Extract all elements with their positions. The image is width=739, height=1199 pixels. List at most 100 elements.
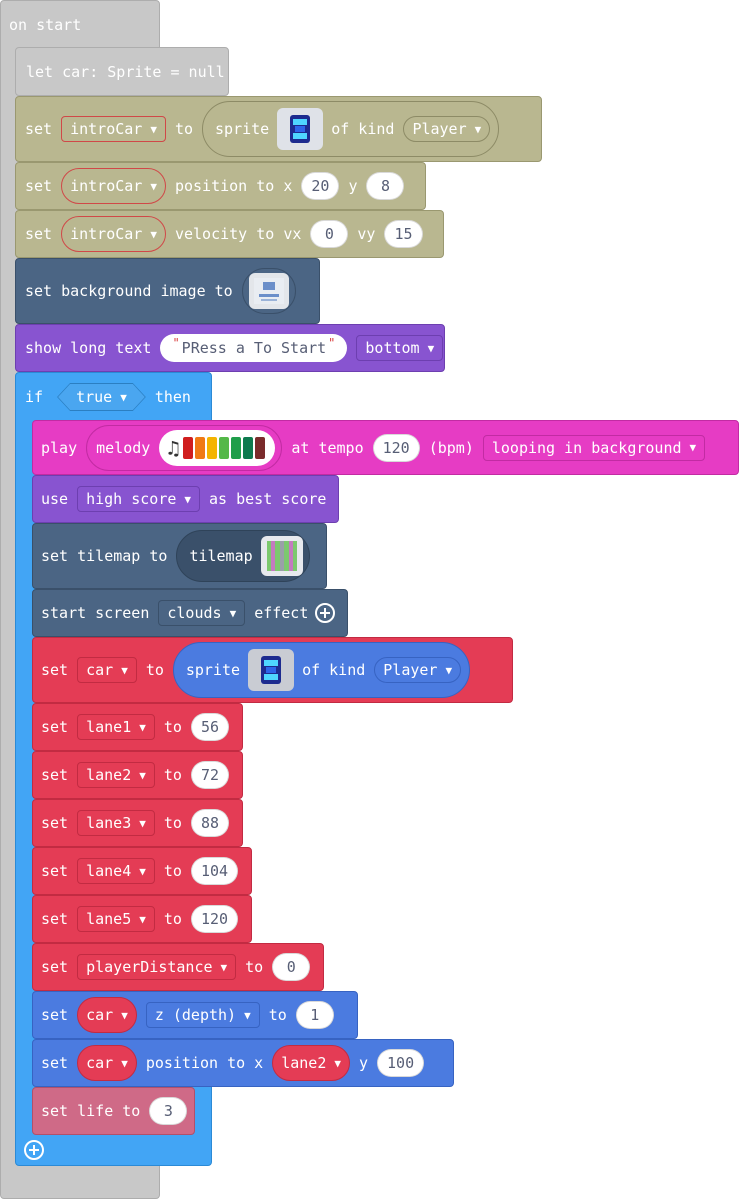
intro-car-dropdown[interactable]: introCar ▼ bbox=[61, 168, 166, 204]
lane2-dropdown[interactable]: lane2 ▼ bbox=[77, 762, 155, 788]
lane5-value: lane5 bbox=[86, 910, 132, 928]
playback-mode-value: looping in background bbox=[491, 438, 682, 457]
to-label: to bbox=[268, 1006, 287, 1024]
to-label: to bbox=[145, 661, 164, 679]
set-lane5-block[interactable]: set lane5 ▼ to 120 bbox=[32, 895, 252, 943]
intro-car-image-picker[interactable] bbox=[277, 108, 324, 150]
player-distance-dropdown[interactable]: playerDistance ▼ bbox=[77, 954, 237, 980]
vy-input[interactable]: 15 bbox=[384, 220, 423, 248]
car-dropdown[interactable]: car ▼ bbox=[77, 657, 137, 683]
chevron-down-icon: ▼ bbox=[121, 1008, 128, 1022]
chevron-down-icon: ▼ bbox=[150, 179, 157, 193]
melody-note-bar bbox=[207, 436, 218, 459]
chevron-down-icon: ▼ bbox=[121, 663, 128, 677]
chevron-down-icon: ▼ bbox=[220, 960, 228, 974]
long-text-input[interactable]: " PRess a To Start " bbox=[160, 334, 348, 362]
set-car-depth-block[interactable]: set car ▼ z (depth) ▼ to 1 bbox=[32, 991, 358, 1039]
chevron-down-icon: ▼ bbox=[150, 122, 157, 136]
lane1-input[interactable]: 56 bbox=[190, 713, 229, 741]
velocity-label: velocity to vx bbox=[174, 225, 302, 243]
set-player-distance-block[interactable]: set playerDistance ▼ to 0 bbox=[32, 943, 324, 991]
sprite-property-dropdown[interactable]: z (depth) ▼ bbox=[145, 1002, 260, 1028]
image-reporter[interactable] bbox=[241, 268, 296, 314]
condition-value: true bbox=[76, 388, 113, 406]
intro-kind-dropdown[interactable]: Player ▼ bbox=[403, 116, 491, 142]
lane2-input[interactable]: 72 bbox=[190, 761, 229, 789]
lane4-dropdown[interactable]: lane4 ▼ bbox=[77, 858, 155, 884]
sprite-reporter[interactable]: sprite of kind Player ▼ bbox=[202, 101, 500, 157]
x-variable-dropdown[interactable]: lane2 ▼ bbox=[272, 1045, 350, 1081]
melody-reporter[interactable]: melody ♫ bbox=[86, 424, 283, 471]
set-intro-sprite-block[interactable]: set introCar ▼ to sprite of kind Player ▼ bbox=[15, 96, 542, 162]
car-image-picker[interactable] bbox=[248, 649, 295, 691]
lane3-input[interactable]: 88 bbox=[190, 809, 229, 837]
chevron-down-icon: ▼ bbox=[120, 390, 127, 404]
set-life-block[interactable]: set life to 3 bbox=[32, 1087, 195, 1135]
true-dropdown[interactable]: true ▼ bbox=[58, 384, 145, 410]
y-input[interactable]: 100 bbox=[377, 1049, 425, 1077]
melody-label: melody bbox=[96, 438, 151, 457]
play-melody-block[interactable]: play melody ♫ at tempo 120 (bpm) looping… bbox=[32, 420, 739, 475]
melody-editor[interactable]: ♫ bbox=[159, 429, 276, 466]
let-car-block[interactable]: let car: Sprite = null bbox=[15, 47, 229, 96]
condition-slot[interactable]: true ▼ bbox=[57, 383, 146, 411]
lane5-input[interactable]: 120 bbox=[190, 905, 239, 933]
intro-car-dropdown[interactable]: introCar ▼ bbox=[61, 116, 166, 142]
start-screen-effect-block[interactable]: start screen clouds ▼ effect bbox=[32, 589, 348, 637]
car-variable-dropdown[interactable]: car ▼ bbox=[77, 997, 137, 1033]
chevron-down-icon: ▼ bbox=[334, 1056, 341, 1070]
chevron-down-icon: ▼ bbox=[139, 816, 146, 830]
y-input[interactable]: 8 bbox=[366, 172, 405, 200]
intro-car-dropdown[interactable]: introCar ▼ bbox=[61, 216, 166, 252]
at-tempo-label: at tempo bbox=[291, 438, 364, 457]
set-background-block[interactable]: set background image to bbox=[15, 258, 320, 324]
melody-notes bbox=[183, 436, 267, 459]
score-type-dropdown[interactable]: high score ▼ bbox=[77, 486, 201, 512]
show-long-text-block[interactable]: show long text " PRess a To Start " bott… bbox=[15, 324, 445, 372]
set-label: set bbox=[25, 225, 53, 243]
add-plus-icon[interactable] bbox=[23, 1139, 45, 1161]
to-label: to bbox=[245, 958, 264, 976]
text-position-dropdown[interactable]: bottom ▼ bbox=[356, 335, 444, 361]
player-distance-value: playerDistance bbox=[86, 958, 213, 976]
use-high-score-block[interactable]: use high score ▼ as best score bbox=[32, 475, 339, 523]
set-lane2-block[interactable]: set lane2 ▼ to 72 bbox=[32, 751, 243, 799]
background-image-picker[interactable] bbox=[248, 273, 289, 309]
lane5-dropdown[interactable]: lane5 ▼ bbox=[77, 906, 155, 932]
effect-dropdown[interactable]: clouds ▼ bbox=[158, 600, 246, 626]
x-input[interactable]: 20 bbox=[301, 172, 340, 200]
sprite-reporter[interactable]: sprite of kind Player ▼ bbox=[172, 642, 471, 698]
set-car-position-block[interactable]: set car ▼ position to x lane2 ▼ y 100 bbox=[32, 1039, 454, 1087]
car-variable-dropdown[interactable]: car ▼ bbox=[77, 1045, 137, 1081]
y-label: y bbox=[359, 1054, 369, 1072]
set-intro-velocity-block[interactable]: set introCar ▼ velocity to vx 0 vy 15 bbox=[15, 210, 444, 258]
lane3-dropdown[interactable]: lane3 ▼ bbox=[77, 810, 155, 836]
chevron-down-icon: ▼ bbox=[427, 341, 435, 355]
set-label: set bbox=[41, 661, 69, 679]
chevron-down-icon: ▼ bbox=[445, 663, 453, 677]
set-car-sprite-block[interactable]: set car ▼ to sprite of kind Player ▼ bbox=[32, 637, 513, 703]
vx-input[interactable]: 0 bbox=[310, 220, 349, 248]
playback-mode-dropdown[interactable]: looping in background ▼ bbox=[482, 434, 706, 461]
depth-input[interactable]: 1 bbox=[295, 1001, 334, 1029]
long-text-value: PRess a To Start bbox=[181, 339, 327, 357]
tilemap-picker[interactable] bbox=[260, 536, 303, 576]
set-lane1-block[interactable]: set lane1 ▼ to 56 bbox=[32, 703, 243, 751]
lane4-input[interactable]: 104 bbox=[190, 857, 239, 885]
of-kind-label: of kind bbox=[302, 661, 366, 679]
sprite-label: sprite bbox=[185, 661, 241, 679]
set-lane3-block[interactable]: set lane3 ▼ to 88 bbox=[32, 799, 243, 847]
lane1-dropdown[interactable]: lane1 ▼ bbox=[77, 714, 155, 740]
best-score-label: as best score bbox=[209, 490, 327, 508]
set-lane4-block[interactable]: set lane4 ▼ to 104 bbox=[32, 847, 252, 895]
background-thumbnail-icon bbox=[253, 278, 284, 304]
tempo-input[interactable]: 120 bbox=[372, 433, 420, 462]
player-distance-input[interactable]: 0 bbox=[272, 953, 311, 981]
set-intro-position-block[interactable]: set introCar ▼ position to x 20 y 8 bbox=[15, 162, 426, 210]
life-input[interactable]: 3 bbox=[149, 1097, 188, 1125]
add-plus-icon[interactable] bbox=[314, 602, 336, 624]
music-note-icon: ♫ bbox=[167, 435, 180, 460]
set-tilemap-block[interactable]: set tilemap to tilemap bbox=[32, 523, 327, 589]
tilemap-reporter[interactable]: tilemap bbox=[176, 530, 310, 582]
car-kind-dropdown[interactable]: Player ▼ bbox=[374, 657, 462, 683]
